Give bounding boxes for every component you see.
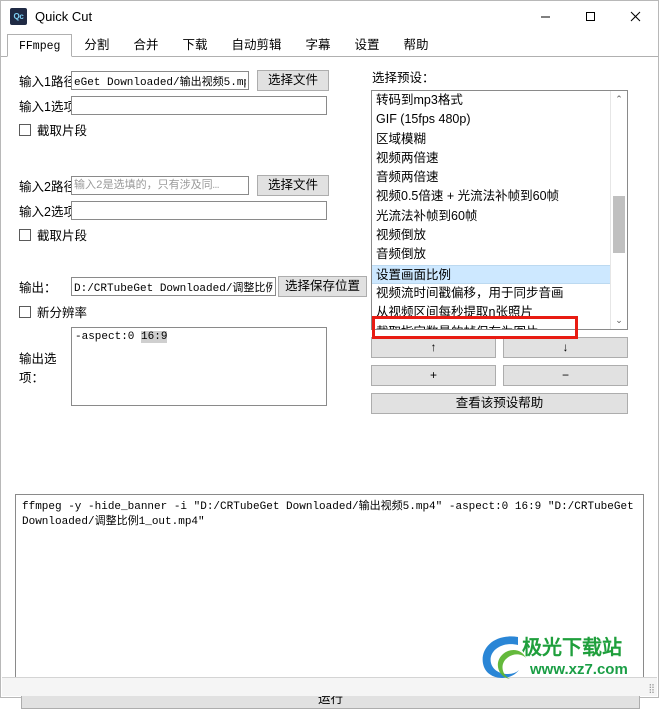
minimize-icon[interactable] bbox=[523, 1, 568, 32]
input1-clip-label: 截取片段 bbox=[37, 124, 88, 138]
tab-help[interactable]: 帮助 bbox=[392, 33, 441, 56]
app-window: Qc Quick Cut FFmpeg 分割 合并 下载 自动剪辑 字幕 设置 … bbox=[0, 0, 659, 709]
input2-clip-label: 截取片段 bbox=[37, 229, 88, 243]
output-path-label: 输出： bbox=[19, 281, 57, 295]
maximize-icon[interactable] bbox=[568, 1, 613, 32]
close-icon[interactable] bbox=[613, 1, 658, 32]
input1-options-input[interactable] bbox=[71, 96, 327, 115]
tab-merge[interactable]: 合并 bbox=[121, 33, 170, 56]
presets-list[interactable]: 转码到mp3格式 GIF (15fps 480p) 区域模糊 视频两倍速 音频两… bbox=[371, 90, 628, 330]
preset-item[interactable]: 区域模糊 bbox=[372, 130, 611, 149]
output-options-row: 输出选项： -aspect:0 16:9 bbox=[1, 327, 367, 406]
input2-options-row: 输入2选项： bbox=[1, 201, 367, 220]
tab-settings[interactable]: 设置 bbox=[343, 33, 392, 56]
tab-split[interactable]: 分割 bbox=[72, 33, 121, 56]
input2-clip-checkbox[interactable] bbox=[19, 228, 31, 241]
input1-path-input[interactable] bbox=[71, 71, 249, 90]
status-bar: ⣿ bbox=[2, 677, 657, 696]
main-content: 输入1路径： 选择文件 输入1选项： 截取片段 输入2路径： 选择文件 bbox=[1, 57, 658, 709]
preset-item[interactable]: 视频倒放 bbox=[372, 226, 611, 245]
preset-item[interactable]: 截取指定数量的帧保存为图片 bbox=[372, 323, 611, 329]
scroll-up-icon[interactable]: ⌃ bbox=[611, 91, 627, 108]
presets-items-viewport: 转码到mp3格式 GIF (15fps 480p) 区域模糊 视频两倍速 音频两… bbox=[372, 91, 611, 329]
input1-options-row: 输入1选项： bbox=[1, 96, 367, 115]
preset-action-buttons: ↑ ↓ + − 查看该预设帮助 bbox=[371, 337, 628, 414]
output-choose-location-button[interactable]: 选择保存位置 bbox=[277, 276, 367, 297]
input2-clip-row[interactable]: 截取片段 bbox=[1, 225, 367, 244]
app-icon: Qc bbox=[10, 8, 27, 25]
window-controls bbox=[523, 1, 658, 32]
output-path-input[interactable] bbox=[71, 277, 276, 296]
output-options-textarea[interactable]: -aspect:0 16:9 bbox=[71, 327, 327, 406]
add-preset-button[interactable]: + bbox=[371, 365, 496, 386]
presets-label: 选择预设： bbox=[372, 71, 435, 85]
input1-options-label: 输入1选项： bbox=[19, 100, 89, 114]
app-title: Quick Cut bbox=[35, 9, 93, 24]
preset-item[interactable]: 转码到mp3格式 bbox=[372, 91, 611, 110]
ffmpeg-form-pane: 输入1路径： 选择文件 输入1选项： 截取片段 输入2路径： 选择文件 bbox=[1, 57, 367, 406]
preset-help-button[interactable]: 查看该预设帮助 bbox=[371, 393, 628, 414]
preset-item[interactable]: 音频倒放 bbox=[372, 245, 611, 264]
title-bar: Qc Quick Cut bbox=[1, 1, 658, 33]
input2-path-input[interactable] bbox=[71, 176, 249, 195]
preset-item[interactable]: 视频0.5倍速 + 光流法补帧到60帧 bbox=[372, 187, 611, 206]
input1-choose-file-button[interactable]: 选择文件 bbox=[257, 70, 329, 91]
input2-options-input[interactable] bbox=[71, 201, 327, 220]
preset-item-selected[interactable]: 设置画面比例 bbox=[372, 264, 611, 284]
output-path-row: 输出： 选择保存位置 bbox=[1, 276, 367, 297]
input2-path-row: 输入2路径： 选择文件 bbox=[1, 175, 367, 196]
resize-grip-icon[interactable]: ⣿ bbox=[648, 683, 655, 694]
input2-options-label: 输入2选项： bbox=[19, 205, 89, 219]
tab-subtitle[interactable]: 字幕 bbox=[293, 33, 342, 56]
tab-auto-edit[interactable]: 自动剪辑 bbox=[219, 33, 293, 56]
preset-item[interactable]: 视频流时间戳偏移，用于同步音画 bbox=[372, 284, 611, 303]
input1-clip-checkbox[interactable] bbox=[19, 123, 31, 136]
input1-path-row: 输入1路径： 选择文件 bbox=[1, 70, 367, 91]
tab-ffmpeg[interactable]: FFmpeg bbox=[7, 34, 73, 57]
scrollbar-thumb[interactable] bbox=[613, 196, 625, 253]
move-preset-down-button[interactable]: ↓ bbox=[503, 337, 628, 358]
remove-preset-button[interactable]: − bbox=[503, 365, 628, 386]
tab-bar: FFmpeg 分割 合并 下载 自动剪辑 字幕 设置 帮助 bbox=[1, 33, 658, 57]
new-resolution-label: 新分辨率 bbox=[37, 306, 88, 320]
output-options-selection: 16:9 bbox=[141, 331, 168, 343]
move-preset-up-button[interactable]: ↑ bbox=[371, 337, 496, 358]
output-options-label: 输出选项： bbox=[19, 351, 57, 385]
output-options-prefix: -aspect:0 bbox=[75, 331, 142, 343]
command-preview[interactable]: ffmpeg -y -hide_banner -i "D:/CRTubeGet … bbox=[15, 494, 644, 679]
preset-item[interactable]: 视频两倍速 bbox=[372, 149, 611, 168]
preset-item[interactable]: GIF (15fps 480p) bbox=[372, 110, 611, 129]
new-resolution-row[interactable]: 新分辨率 bbox=[1, 302, 367, 321]
presets-scrollbar[interactable]: ⌃ ⌄ bbox=[610, 91, 627, 329]
scroll-down-icon[interactable]: ⌄ bbox=[611, 312, 627, 329]
preset-item[interactable]: 音频两倍速 bbox=[372, 168, 611, 187]
input1-clip-row[interactable]: 截取片段 bbox=[1, 120, 367, 139]
preset-item[interactable]: 光流法补帧到60帧 bbox=[372, 207, 611, 226]
input2-path-label: 输入2路径： bbox=[19, 180, 89, 194]
tab-download[interactable]: 下载 bbox=[170, 33, 219, 56]
presets-pane: 选择预设： 转码到mp3格式 GIF (15fps 480p) 区域模糊 视频两… bbox=[371, 57, 656, 414]
input2-choose-file-button[interactable]: 选择文件 bbox=[257, 175, 329, 196]
new-resolution-checkbox[interactable] bbox=[19, 305, 31, 318]
preset-item[interactable]: 从视频区间每秒提取n张照片 bbox=[372, 303, 611, 322]
input1-path-label: 输入1路径： bbox=[19, 75, 89, 89]
